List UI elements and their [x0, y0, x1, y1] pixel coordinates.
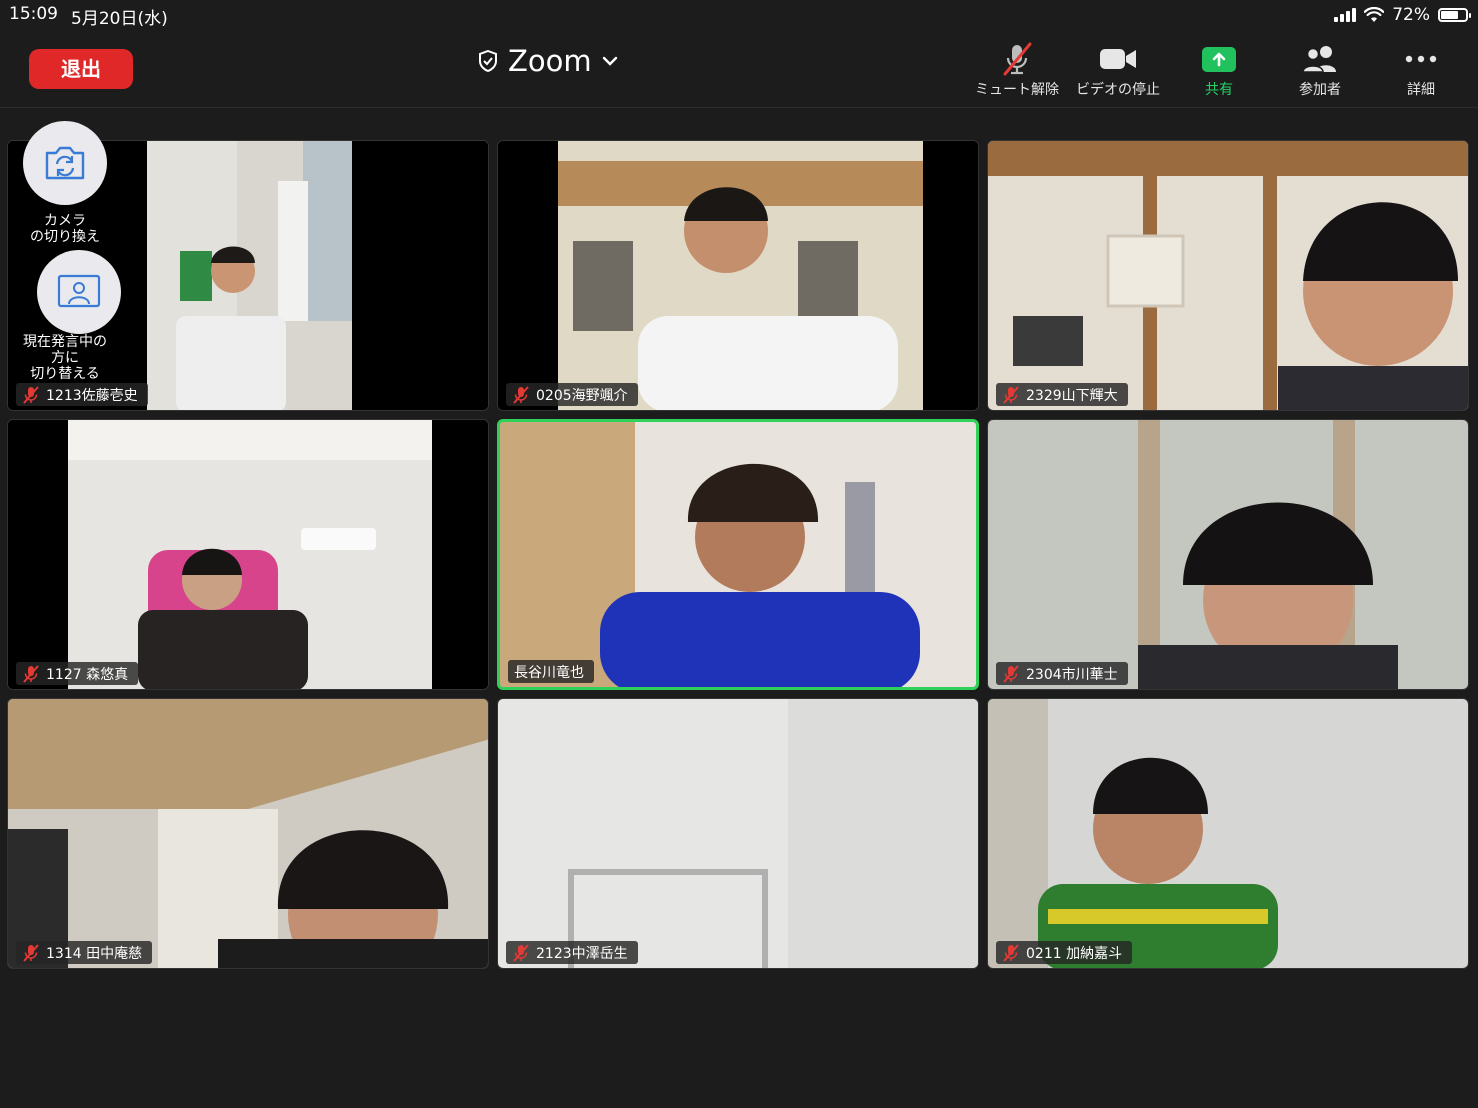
video-feed	[500, 422, 976, 687]
switch-camera-button[interactable]	[23, 121, 107, 205]
switch-to-active-speaker-label: 現在発言中の 方に 切り替える	[23, 334, 107, 382]
shield-check-icon	[479, 50, 497, 72]
participant-name: 0211 加納嘉斗	[1026, 945, 1123, 962]
switch-to-active-speaker-button[interactable]	[37, 250, 121, 334]
video-tile[interactable]: 2329山下輝大	[987, 140, 1469, 411]
participant-name: 1314 田中庵慈	[46, 945, 143, 962]
share-label: 共有	[1205, 82, 1233, 98]
participant-name-label: 0211 加納嘉斗	[996, 941, 1133, 964]
status-indicators: 72%	[1334, 5, 1471, 25]
active-speaker-icon	[57, 274, 101, 308]
meeting-title: Zoom	[508, 44, 592, 78]
video-tile[interactable]: 1314 田中庵慈	[7, 698, 489, 969]
video-tile[interactable]: 1127 森悠真	[7, 419, 489, 690]
muted-mic-icon	[1003, 943, 1019, 962]
video-tile[interactable]: 2304市川華士	[987, 419, 1469, 690]
video-tile-active-speaker[interactable]: 長谷川竜也	[497, 419, 979, 690]
status-bar: 15:09 5月20日(水) 72%	[0, 0, 1478, 30]
video-tile[interactable]: 0211 加納嘉斗	[987, 698, 1469, 969]
battery-level	[1441, 11, 1459, 19]
wifi-icon	[1364, 7, 1385, 22]
microphone-muted-icon	[1003, 42, 1032, 76]
stop-video-label: ビデオの停止	[1076, 82, 1160, 98]
meeting-title-dropdown[interactable]: Zoom	[478, 44, 618, 78]
participant-name-label: 1127 森悠真	[16, 662, 139, 685]
share-icon	[1202, 46, 1236, 72]
unmute-button[interactable]: ミュート解除	[967, 42, 1067, 99]
video-feed	[498, 141, 978, 410]
chevron-down-icon	[602, 56, 617, 66]
participant-name-label: 長谷川竜也	[508, 660, 594, 683]
stop-video-button[interactable]: ビデオの停止	[1068, 42, 1168, 99]
cellular-signal-icon	[1334, 8, 1357, 22]
muted-mic-icon	[23, 385, 39, 404]
video-feed	[8, 420, 488, 689]
more-button[interactable]: 詳細	[1371, 42, 1471, 99]
participant-name: 0205海野颯介	[536, 387, 628, 404]
video-feed	[988, 420, 1468, 689]
leave-button[interactable]: 退出	[29, 49, 133, 89]
participant-name-label: 1213佐藤壱史	[16, 383, 148, 406]
participants-label: 参加者	[1299, 82, 1341, 98]
video-camera-icon	[1100, 49, 1136, 69]
video-tile[interactable]: 0205海野颯介	[497, 140, 979, 411]
participant-name: 1127 森悠真	[46, 666, 129, 683]
video-feed	[988, 141, 1468, 410]
status-time: 15:09	[9, 4, 58, 24]
status-date: 5月20日(水)	[71, 9, 168, 29]
participant-name-label: 1314 田中庵慈	[16, 941, 153, 964]
video-feed	[988, 699, 1468, 968]
muted-mic-icon	[513, 943, 529, 962]
participant-name-label: 0205海野颯介	[506, 383, 638, 406]
participants-button[interactable]: 参加者	[1270, 42, 1370, 99]
video-feed	[8, 699, 488, 968]
participant-name: 1213佐藤壱史	[46, 387, 138, 404]
participant-name-label: 2329山下輝大	[996, 383, 1128, 406]
participants-icon	[1302, 46, 1336, 73]
participant-name: 長谷川竜也	[514, 664, 584, 681]
participant-name: 2304市川華士	[1026, 666, 1118, 683]
muted-mic-icon	[23, 943, 39, 962]
participant-name-label: 2123中澤岳生	[506, 941, 638, 964]
more-dots-icon	[1405, 55, 1437, 63]
meeting-toolbar: 退出 Zoom ミュート解除 ビデオの停止 共有 参加者 詳細	[0, 30, 1478, 108]
more-label: 詳細	[1407, 82, 1435, 98]
unmute-label: ミュート解除	[975, 82, 1059, 98]
muted-mic-icon	[1003, 664, 1019, 683]
muted-mic-icon	[1003, 385, 1019, 404]
video-tile[interactable]: 2123中澤岳生	[497, 698, 979, 969]
muted-mic-icon	[513, 385, 529, 404]
participant-name-label: 2304市川華士	[996, 662, 1128, 685]
camera-switch-icon	[45, 146, 85, 180]
share-button[interactable]: 共有	[1169, 42, 1269, 99]
muted-mic-icon	[23, 664, 39, 683]
switch-camera-label: カメラ の切り換え	[30, 213, 100, 245]
participant-name: 2329山下輝大	[1026, 387, 1118, 404]
video-feed	[498, 699, 978, 968]
participant-name: 2123中澤岳生	[536, 945, 628, 962]
battery-icon	[1438, 8, 1471, 22]
battery-percent: 72%	[1392, 5, 1430, 25]
